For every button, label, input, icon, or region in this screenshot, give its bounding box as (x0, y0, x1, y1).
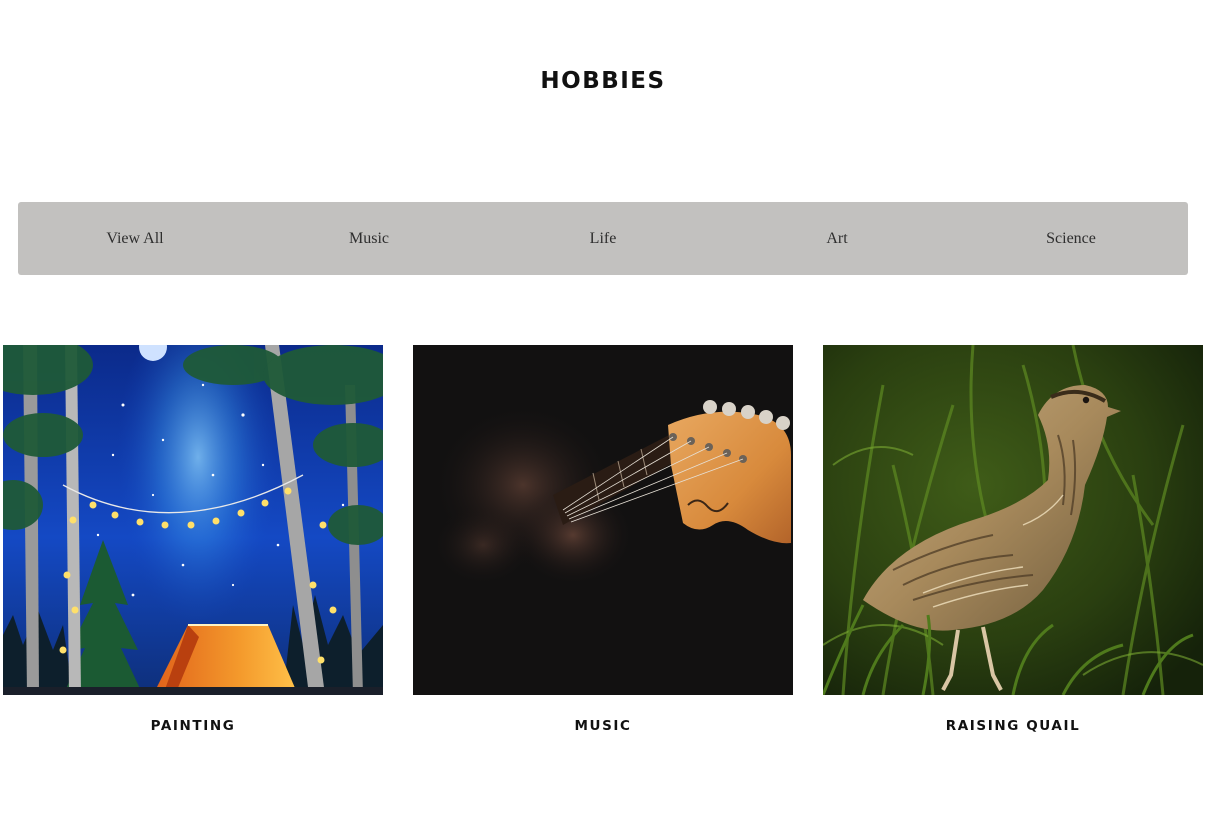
filter-music[interactable]: Music (252, 229, 486, 249)
quail-image[interactable] (823, 345, 1203, 695)
category-filter-bar: View All Music Life Art Science (18, 202, 1188, 275)
filter-life[interactable]: Life (486, 229, 720, 249)
hobby-card-painting[interactable]: PAINTING (3, 345, 383, 734)
card-title[interactable]: RAISING QUAIL (823, 718, 1203, 734)
filter-view-all[interactable]: View All (18, 229, 252, 249)
music-image[interactable] (413, 345, 793, 695)
painting-image[interactable] (3, 345, 383, 695)
filter-art[interactable]: Art (720, 229, 954, 249)
card-title[interactable]: MUSIC (413, 718, 793, 734)
hobby-card-raising-quail[interactable]: RAISING QUAIL (823, 345, 1203, 734)
page-title: HOBBIES (540, 68, 666, 94)
filter-science[interactable]: Science (954, 229, 1188, 249)
hobby-card-music[interactable]: MUSIC (413, 345, 793, 734)
card-title[interactable]: PAINTING (3, 718, 383, 734)
